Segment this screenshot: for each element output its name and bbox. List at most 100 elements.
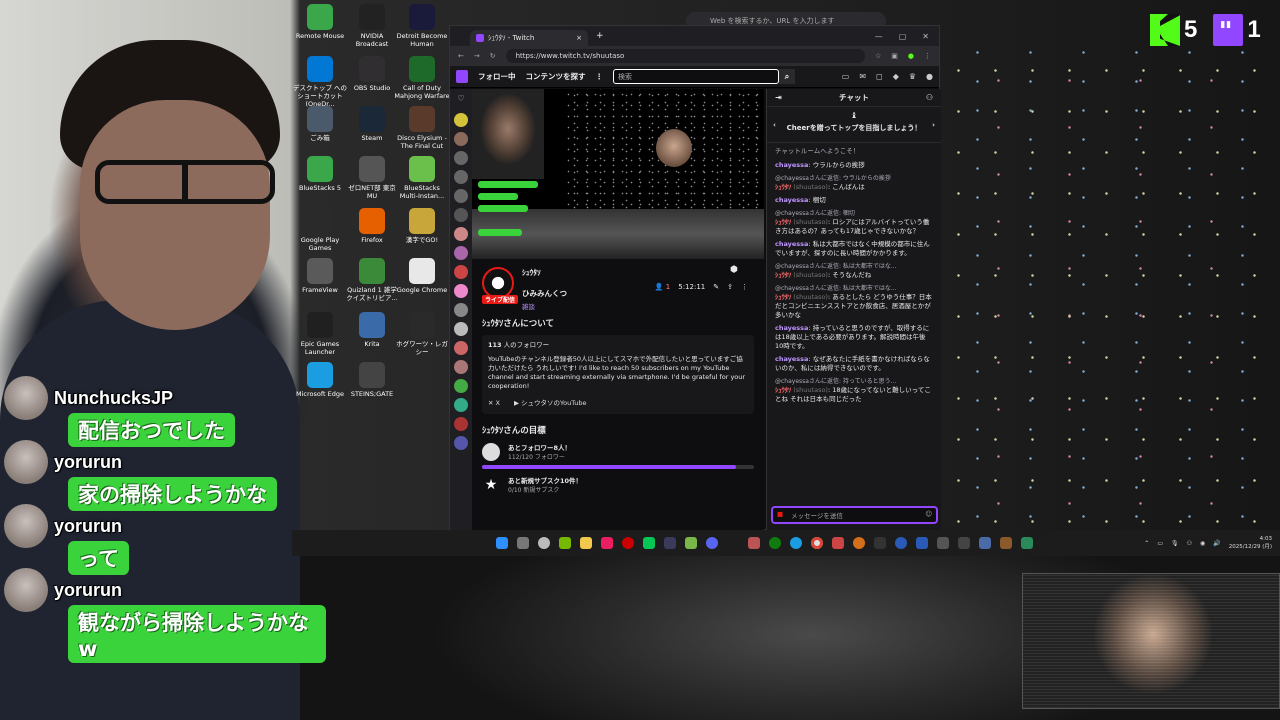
nav-following[interactable]: フォロー中 [478, 71, 516, 82]
cheer-prev-icon[interactable]: ‹ [773, 121, 776, 129]
app-icon[interactable] [1000, 537, 1012, 549]
chat-username[interactable]: ｼｭｳﾀｿ [775, 271, 791, 279]
desktop-icon[interactable]: 漢字でGO! [394, 208, 450, 244]
maximize-icon[interactable]: ▢ [899, 32, 907, 41]
taskview-icon[interactable] [517, 537, 529, 549]
chat-username[interactable]: ｼｭｳﾀｿ [775, 183, 791, 191]
mic-icon[interactable]: 🎙 [1171, 540, 1179, 547]
sidebar-channel[interactable] [454, 284, 468, 298]
sidebar-channel[interactable] [454, 379, 468, 393]
desktop-icon[interactable]: NVIDIA Broadcast [344, 4, 400, 48]
sidebar-channel[interactable] [454, 341, 468, 355]
app-icon[interactable] [832, 537, 844, 549]
sidebar-channel[interactable] [454, 246, 468, 260]
clock[interactable]: 4:03 2025/12/29 (月) [1229, 535, 1272, 551]
chat-username[interactable]: ｼｭｳﾀｿ [775, 293, 791, 301]
forward-icon[interactable]: → [474, 52, 480, 60]
app-icon[interactable] [748, 537, 760, 549]
desktop-icon[interactable]: Krita [344, 312, 400, 348]
sidebar-channel[interactable] [454, 189, 468, 203]
cheer-next-icon[interactable]: › [932, 121, 935, 129]
twitch-logo-icon[interactable] [456, 70, 468, 83]
volume-icon[interactable]: 🔊 [1213, 540, 1220, 547]
sidebar-channel[interactable] [454, 227, 468, 241]
app-icon[interactable] [937, 537, 949, 549]
chat-username[interactable]: chayessa [775, 240, 808, 248]
desktop-icon[interactable]: Remote Mouse [292, 4, 348, 40]
desktop-icon[interactable]: Call of Duty Mahjong Warfare [394, 56, 450, 100]
chat-input[interactable]: ■ メッセージを送信 ☺ [771, 506, 938, 524]
chat-reply-context[interactable]: @chayessaさんに返信: 私は大都市ではな... [775, 262, 933, 271]
sidebar-channel[interactable] [454, 208, 468, 222]
channel-avatar[interactable]: ライブ配信 [482, 267, 519, 304]
desktop-icon[interactable]: Steam [344, 106, 400, 142]
desktop-icon[interactable]: BlueStacks 5 [292, 156, 348, 192]
app-icon[interactable] [958, 537, 970, 549]
desktop-icon[interactable]: Firefox [344, 208, 400, 244]
collapse-chat-icon[interactable]: ⇥ [775, 93, 782, 102]
search-input[interactable]: 検索 [613, 69, 779, 84]
prime-icon[interactable]: ♛ [909, 72, 916, 81]
desktop-icon[interactable]: ゼロNET部 東京MU [344, 156, 400, 200]
desktop-icon[interactable]: Disco Elysium - The Final Cut [394, 106, 450, 150]
sidebar-channel[interactable] [454, 303, 468, 317]
xbox-icon[interactable] [769, 537, 781, 549]
sidebar-channel[interactable] [454, 322, 468, 336]
settings-icon[interactable] [538, 537, 550, 549]
search-icon[interactable]: ⌕ [779, 69, 795, 84]
chat-username[interactable]: ｼｭｳﾀｿ [775, 218, 791, 226]
edit-icon[interactable]: ✎ [713, 283, 719, 291]
gift-icon[interactable]: ⬢ [730, 265, 738, 275]
sidebar-channel[interactable] [454, 151, 468, 165]
user-avatar[interactable]: ● [926, 72, 933, 81]
sidebar-channel[interactable] [454, 436, 468, 450]
sidebar-channel[interactable] [454, 360, 468, 374]
tray-chevron-icon[interactable]: ⌃ [1144, 540, 1149, 547]
app-icon[interactable] [874, 537, 886, 549]
url-field[interactable]: https://www.twitch.tv/shuutaso [505, 49, 865, 63]
tab-close-icon[interactable]: × [576, 34, 582, 42]
channel-name[interactable]: ｼｭｳﾀｿ [522, 267, 567, 278]
record-icon[interactable] [622, 537, 634, 549]
desktop-icon[interactable]: Quizland 1 雑学クイズトリビア... [344, 258, 400, 302]
emote-icon[interactable]: ☺ [925, 510, 932, 518]
chat-username[interactable]: chayessa [775, 355, 808, 363]
chat-reply-context[interactable]: @chayessaさんに返信: 梱切 [775, 209, 933, 218]
desktop-icon[interactable]: Google Play Games [292, 208, 348, 252]
whisper-icon[interactable]: ✉ [859, 72, 866, 81]
app-icon[interactable] [1021, 537, 1033, 549]
chat-username[interactable]: ｼｭｳﾀｿ [775, 386, 791, 394]
desktop-icon[interactable]: ホグワーツ・レガシー [394, 312, 450, 356]
back-icon[interactable]: ← [458, 52, 464, 60]
sidebar-channel[interactable] [454, 398, 468, 412]
sidebar-channel[interactable] [454, 417, 468, 431]
app-icon[interactable] [895, 537, 907, 549]
heart-icon[interactable]: ♡ [454, 94, 468, 108]
new-tab-icon[interactable]: + [596, 31, 604, 41]
sidebar-channel[interactable] [454, 113, 468, 127]
close-window-icon[interactable]: ✕ [922, 32, 929, 41]
line-icon[interactable] [643, 537, 655, 549]
profile-icon[interactable]: ● [908, 52, 914, 60]
minimize-icon[interactable]: — [875, 32, 883, 41]
desktop-icon[interactable]: Google Chrome [394, 258, 450, 294]
tray-icon[interactable]: ⚇ [1187, 540, 1192, 547]
chrome-taskbar-icon[interactable] [811, 537, 823, 549]
reload-icon[interactable]: ↻ [490, 52, 496, 60]
desktop-icon[interactable]: OBS Studio [344, 56, 400, 92]
app-v-icon[interactable] [685, 537, 697, 549]
youtube-link[interactable]: ▶ シュウタソのYouTube [514, 399, 587, 408]
more-icon[interactable]: ⋮ [741, 283, 748, 291]
notifications-icon[interactable]: ◻ [876, 72, 883, 81]
edge-taskbar-icon[interactable] [790, 537, 802, 549]
chat-reply-context[interactable]: @chayessaさんに返信: 持っていると思う... [775, 377, 933, 386]
app-icon[interactable] [979, 537, 991, 549]
nav-more-icon[interactable]: ⋮ [596, 72, 604, 81]
app-icon[interactable] [664, 537, 676, 549]
video-player[interactable] [472, 89, 764, 259]
nav-browse[interactable]: コンテンツを探す [526, 71, 586, 82]
extensions-icon[interactable]: ▣ [891, 52, 898, 60]
stream-category[interactable]: 雑談 [522, 301, 567, 311]
x-link[interactable]: ✕ X [488, 399, 500, 408]
sidebar-channel[interactable] [454, 132, 468, 146]
